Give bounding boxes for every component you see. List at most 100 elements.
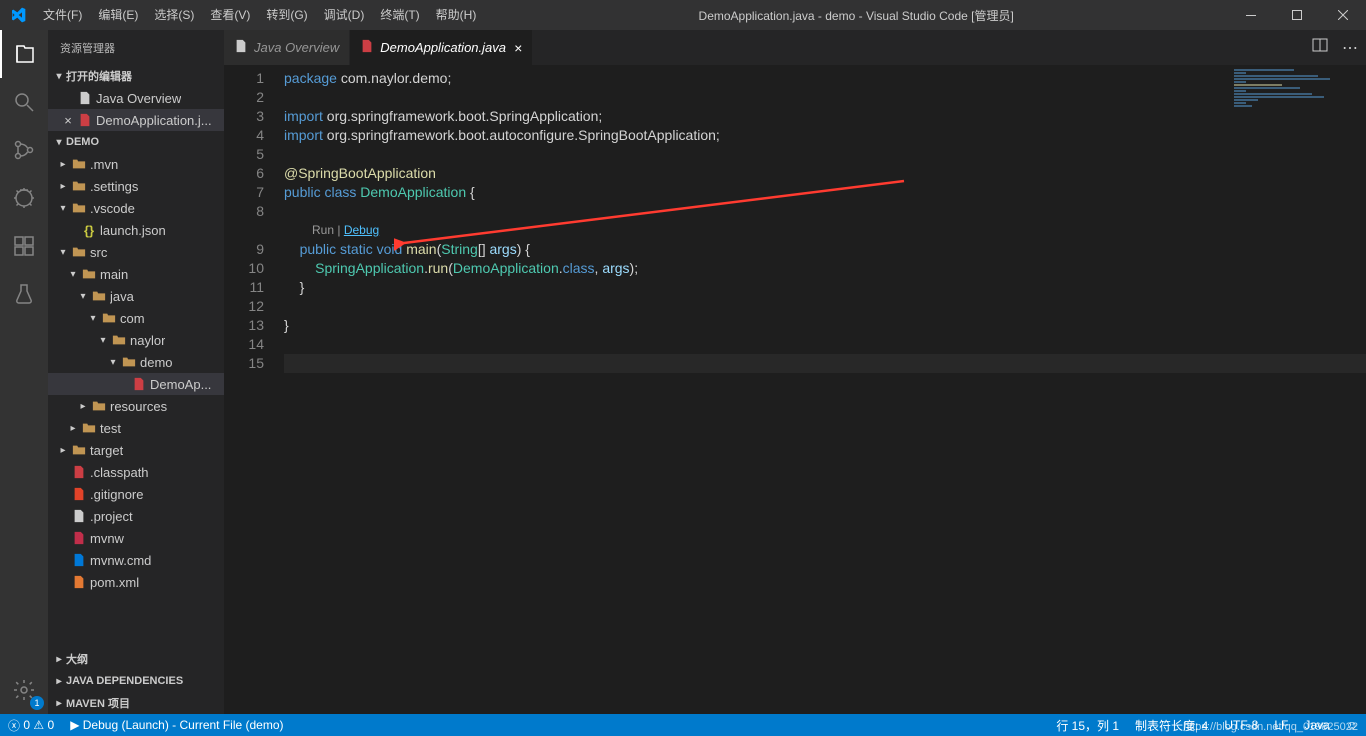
- code-line[interactable]: import org.springframework.boot.autoconf…: [284, 126, 1366, 145]
- menu-item[interactable]: 文件(F): [35, 0, 90, 30]
- code-line[interactable]: }: [284, 278, 1366, 297]
- tree-item[interactable]: ▸DemoAp...: [48, 373, 224, 395]
- status-problems[interactable]: ⓧ 0 ⚠ 0: [0, 714, 62, 736]
- code-line[interactable]: [284, 335, 1366, 354]
- folder-icon: [70, 443, 88, 457]
- split-editor-icon[interactable]: [1312, 37, 1328, 58]
- menu-item[interactable]: 选择(S): [146, 0, 202, 30]
- file-icon: [234, 39, 248, 56]
- outline-section[interactable]: ▸大纲: [48, 648, 224, 670]
- tree-item[interactable]: ▾com: [48, 307, 224, 329]
- close-button[interactable]: [1320, 0, 1366, 30]
- explorer-sidebar: 资源管理器 ▾打开的编辑器 Java Overview×DemoApplicat…: [48, 30, 224, 714]
- settings-badge: 1: [30, 696, 44, 710]
- file-icon: [76, 91, 94, 105]
- java-icon: [70, 465, 88, 479]
- editor-tab[interactable]: Java Overview: [224, 30, 350, 65]
- open-editor-item[interactable]: Java Overview: [48, 87, 224, 109]
- tree-item[interactable]: ▾.vscode: [48, 197, 224, 219]
- code-editor[interactable]: 12345678 9101112131415 package com.naylo…: [224, 65, 1366, 714]
- code-line[interactable]: package com.naylor.demo;: [284, 69, 1366, 88]
- sidebar-title: 资源管理器: [48, 30, 224, 65]
- tree-item[interactable]: ▸mvnw.cmd: [48, 549, 224, 571]
- open-editor-item[interactable]: ×DemoApplication.j...: [48, 109, 224, 131]
- code-line[interactable]: }: [284, 316, 1366, 335]
- menu-item[interactable]: 转到(G): [258, 0, 315, 30]
- code-content[interactable]: package com.naylor.demo; import org.spri…: [284, 65, 1366, 714]
- error-icon: ⓧ: [8, 717, 20, 734]
- tree-item[interactable]: ▾src: [48, 241, 224, 263]
- folder-icon: [70, 201, 88, 215]
- tree-item[interactable]: ▸.gitignore: [48, 483, 224, 505]
- tree-item[interactable]: ▸.classpath: [48, 461, 224, 483]
- tree-item[interactable]: ▾java: [48, 285, 224, 307]
- code-line[interactable]: [284, 145, 1366, 164]
- menubar: 文件(F)编辑(E)选择(S)查看(V)转到(G)调试(D)终端(T)帮助(H): [35, 0, 484, 30]
- minimap[interactable]: [1234, 69, 1354, 169]
- window-controls: [1228, 0, 1366, 30]
- folder-icon: [70, 245, 88, 259]
- editor-tab[interactable]: DemoApplication.java×: [350, 30, 533, 65]
- codelens: Run | Debug: [284, 221, 1366, 240]
- tree-item[interactable]: ▸mvnw: [48, 527, 224, 549]
- project-section[interactable]: ▾DEMO: [48, 131, 224, 153]
- tree-item[interactable]: ▸{}launch.json: [48, 219, 224, 241]
- maven-icon: [70, 531, 88, 545]
- folder-icon: [120, 355, 138, 369]
- tree-item[interactable]: ▾naylor: [48, 329, 224, 351]
- codelens-run[interactable]: Run: [312, 223, 334, 237]
- search-tab[interactable]: [0, 78, 48, 126]
- open-editors-section[interactable]: ▾打开的编辑器: [48, 65, 224, 87]
- close-tab-icon[interactable]: ×: [514, 40, 522, 56]
- tree-item[interactable]: ▸resources: [48, 395, 224, 417]
- code-line[interactable]: [284, 354, 1366, 373]
- folder-icon: [70, 157, 88, 171]
- folder-icon: [90, 399, 108, 413]
- tree-item[interactable]: ▸target: [48, 439, 224, 461]
- code-line[interactable]: [284, 202, 1366, 221]
- json-icon: {}: [80, 223, 98, 238]
- minimize-button[interactable]: [1228, 0, 1274, 30]
- maximize-button[interactable]: [1274, 0, 1320, 30]
- tree-item[interactable]: ▸.project: [48, 505, 224, 527]
- file-icon: [76, 113, 94, 127]
- editor-area: Java OverviewDemoApplication.java× ⋯ 123…: [224, 30, 1366, 714]
- status-line-col[interactable]: 行 15，列 1: [1048, 714, 1127, 736]
- tab-actions: ⋯: [1304, 30, 1366, 65]
- code-line[interactable]: SpringApplication.run(DemoApplication.cl…: [284, 259, 1366, 278]
- debug-tab[interactable]: [0, 174, 48, 222]
- tree-item[interactable]: ▸test: [48, 417, 224, 439]
- titlebar: 文件(F)编辑(E)选择(S)查看(V)转到(G)调试(D)终端(T)帮助(H)…: [0, 0, 1366, 30]
- code-line[interactable]: public class DemoApplication {: [284, 183, 1366, 202]
- extensions-tab[interactable]: [0, 222, 48, 270]
- code-line[interactable]: @SpringBootApplication: [284, 164, 1366, 183]
- status-debug-config[interactable]: ▶ Debug (Launch) - Current File (demo): [62, 714, 291, 736]
- tree-item[interactable]: ▾demo: [48, 351, 224, 373]
- test-tab[interactable]: [0, 270, 48, 318]
- folder-icon: [90, 289, 108, 303]
- menu-item[interactable]: 调试(D): [316, 0, 373, 30]
- tree-item[interactable]: ▸.mvn: [48, 153, 224, 175]
- maven-section[interactable]: ▸MAVEN 项目: [48, 692, 224, 714]
- code-line[interactable]: public static void main(String[] args) {: [284, 240, 1366, 259]
- folder-icon: [80, 267, 98, 281]
- folder-icon: [80, 421, 98, 435]
- more-actions-icon[interactable]: ⋯: [1342, 38, 1358, 58]
- warning-icon: ⚠: [33, 718, 44, 732]
- code-line[interactable]: import org.springframework.boot.SpringAp…: [284, 107, 1366, 126]
- tree-item[interactable]: ▸.settings: [48, 175, 224, 197]
- menu-item[interactable]: 帮助(H): [428, 0, 485, 30]
- codelens-debug[interactable]: Debug: [344, 223, 379, 237]
- code-line[interactable]: [284, 297, 1366, 316]
- menu-item[interactable]: 终端(T): [372, 0, 427, 30]
- file-icon: [70, 509, 88, 523]
- folder-icon: [110, 333, 128, 347]
- menu-item[interactable]: 编辑(E): [90, 0, 146, 30]
- java-deps-section[interactable]: ▸JAVA DEPENDENCIES: [48, 670, 224, 692]
- code-line[interactable]: [284, 88, 1366, 107]
- explorer-tab[interactable]: [0, 30, 48, 78]
- tree-item[interactable]: ▸pom.xml: [48, 571, 224, 593]
- menu-item[interactable]: 查看(V): [202, 0, 258, 30]
- source-control-tab[interactable]: [0, 126, 48, 174]
- tree-item[interactable]: ▾main: [48, 263, 224, 285]
